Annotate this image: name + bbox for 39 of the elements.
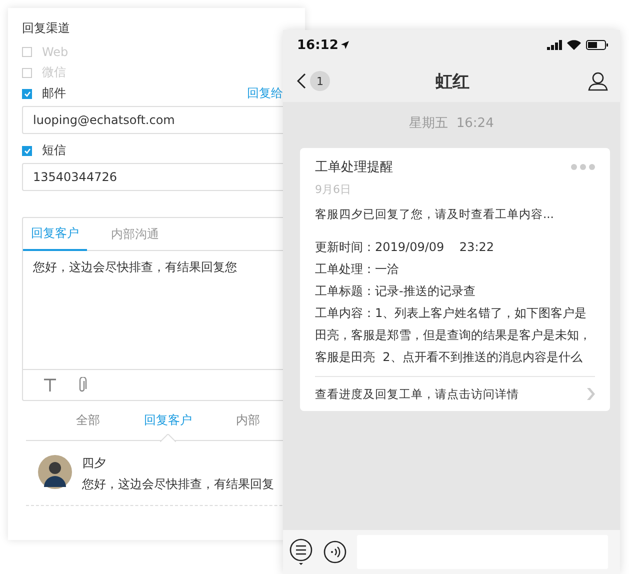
notice-card[interactable]: 工单处理提醒 9月6日 客服四夕已回复了您，请及时查看工单内容... 更新时间：2019/09/09 23:22 工单处理：一洽 工单标题：记录-推送的记录查 工单内容：1、列表上客户姓名错了，如下图客户是田亮，客服是郑雪，但是查询的结果是客户是未知，客服是田亮 2、点开看不到推送的消息内容是什么 查看进度及回复工单，请点击访问详情 [300, 148, 610, 411]
reply-text[interactable]: 您好，这边会尽快排查，有结果回复您 [33, 260, 237, 274]
card-date: 9月6日 [315, 182, 352, 197]
card-field: 工单处理：一洽 [315, 258, 595, 280]
checkbox[interactable] [22, 146, 32, 156]
card-summary: 客服四夕已回复了您，请及时查看工单内容... [315, 207, 555, 222]
filter-tab[interactable]: 回复客户 [144, 400, 192, 440]
person-icon[interactable] [588, 71, 608, 91]
channel-label: 邮件 [42, 85, 66, 102]
channel-label: 短信 [42, 142, 66, 159]
chat-title: 虹红 [436, 72, 470, 92]
back-icon[interactable] [297, 73, 306, 89]
chevron-icon [587, 388, 595, 400]
signal-icon [547, 40, 562, 50]
editor-tab[interactable]: 回复客户 [23, 218, 87, 251]
section-title: 回复渠道 [22, 20, 71, 37]
checkbox[interactable] [22, 88, 32, 98]
sender-name: 四夕 [82, 455, 107, 472]
avatar [38, 455, 72, 489]
status-time: 16:12 [297, 38, 338, 52]
unread-count: 1 [310, 71, 330, 91]
card-field: 工单标题：记录-推送的记录查 [315, 280, 595, 302]
timestamp: 星期五 16:24 [408, 115, 495, 132]
card-field: 更新时间：2019/09/09 23:22 [315, 236, 595, 258]
card-title: 工单处理提醒 [315, 159, 393, 176]
filter-tab[interactable]: 全部 [76, 400, 100, 440]
filter-tab[interactable]: 内部 [236, 400, 260, 440]
wifi-icon [567, 40, 581, 50]
message-text: 您好，这边会尽快排查，有结果回复 [82, 476, 274, 493]
menu-icon[interactable] [289, 538, 313, 566]
text-format-icon[interactable] [43, 378, 57, 392]
voice-icon[interactable] [323, 540, 347, 564]
details-link[interactable]: 查看进度及回复工单，请点击访问详情 [315, 386, 519, 402]
editor-tab[interactable]: 内部沟通 [103, 218, 167, 250]
battery-icon [586, 40, 608, 50]
card-field: 工单内容：1、列表上客户姓名错了，如下图客户是田亮，客服是郑雪，但是查询的结果是客户是未知，客服是田亮 2、点开看不到推送的消息内容是什么 [315, 302, 595, 368]
reply-to-me-link[interactable]: 回复给 [247, 85, 283, 102]
attachment-icon[interactable] [77, 377, 87, 393]
location-icon [341, 41, 350, 49]
